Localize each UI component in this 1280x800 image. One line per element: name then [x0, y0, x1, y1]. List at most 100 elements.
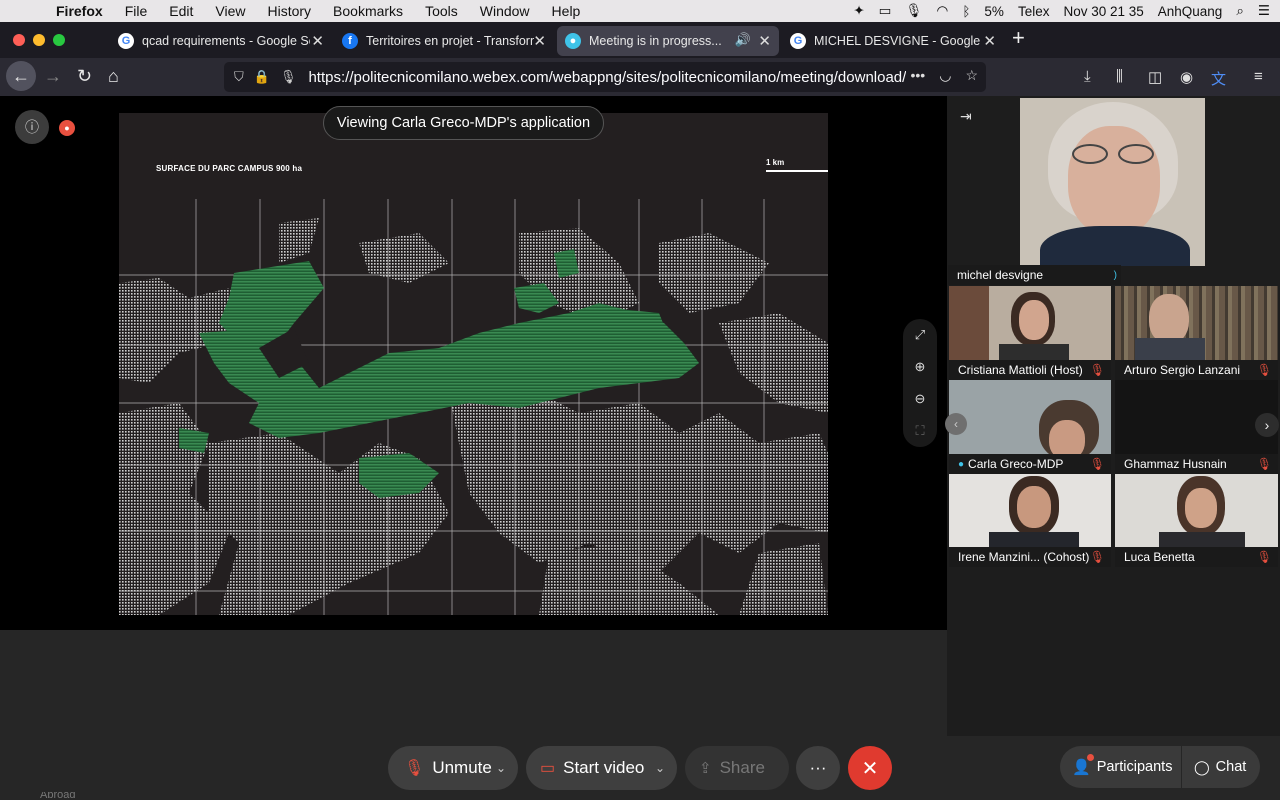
chat-label: Chat — [1215, 759, 1247, 775]
participant-name: Cristiana Mattioli (Host) — [958, 363, 1083, 377]
battery-percent[interactable]: 5% — [984, 4, 1004, 19]
chevron-down-icon[interactable]: ⌄ — [496, 761, 506, 775]
url-text[interactable]: https://politecnicomilano.webex.com/weba… — [308, 69, 906, 86]
menu-app-name[interactable]: Firefox — [56, 3, 103, 19]
menu-file[interactable]: File — [125, 3, 148, 19]
participant-name: Arturo Sergio Lanzani — [1124, 363, 1241, 377]
microphone-icon[interactable]: 🎙 — [905, 3, 922, 19]
menu-tools[interactable]: Tools — [425, 3, 458, 19]
zoom-out-icon[interactable]: ⊖ — [903, 391, 937, 407]
video-tile-luca[interactable] — [1115, 474, 1278, 548]
stage-empty-area — [0, 630, 947, 736]
webex-icon: ● — [565, 33, 581, 49]
participant-name: michel desvigne — [957, 268, 1044, 282]
share-button[interactable]: ⇪ Share — [685, 746, 789, 790]
menu-history[interactable]: History — [267, 3, 311, 19]
tab-title: MICHEL DESVIGNE - Google Se — [814, 34, 982, 48]
tab-michel-desvigne[interactable]: G MICHEL DESVIGNE - Google Se ✕ — [782, 26, 1004, 56]
participant-label-arturo: Arturo Sergio Lanzani 🎙 — [1115, 360, 1278, 380]
speaker-icon[interactable]: 🔊 — [735, 32, 751, 48]
macos-menubar: Firefox File Edit View History Bookmarks… — [0, 0, 1280, 22]
muted-mic-icon: 🎙 — [1256, 550, 1272, 564]
previous-page-icon[interactable]: ‹ — [945, 413, 967, 435]
chevron-down-icon[interactable]: ⌄ — [655, 761, 665, 775]
menu-bookmarks[interactable]: Bookmarks — [333, 3, 403, 19]
close-tab-icon[interactable]: ✕ — [758, 32, 771, 50]
hamburger-menu-icon[interactable]: ≡ — [1254, 68, 1263, 85]
notification-center-icon[interactable]: ☰ — [1258, 3, 1270, 19]
end-meeting-button[interactable]: ✕ — [848, 746, 892, 790]
sidebar-icon[interactable]: ◫ — [1148, 68, 1162, 86]
participant-label-speaker: michel desvigne ) — [948, 265, 1121, 285]
video-tile-carla[interactable] — [949, 380, 1111, 454]
participants-button[interactable]: 👤 Participants — [1060, 746, 1181, 788]
close-icon: ✕ — [861, 757, 879, 780]
page-actions-icon[interactable]: ••• — [911, 67, 926, 84]
browser-navbar: ← → ↻ ⌂ ⛉ 🔒 🎙 https://politecnicomilano.… — [0, 58, 1280, 96]
tab-webex-meeting[interactable]: ● Meeting is in progress... 🔊 ✕ — [557, 26, 779, 56]
translate-extension-icon[interactable]: 文 — [1211, 68, 1226, 89]
zoom-window-button[interactable] — [53, 34, 65, 46]
slide-title: SURFACE DU PARC CAMPUS 900 ha — [156, 164, 303, 173]
download-icon[interactable]: ⤓ — [1084, 68, 1091, 85]
scale-label: 1 km — [766, 158, 785, 167]
menu-edit[interactable]: Edit — [169, 3, 193, 19]
lock-icon[interactable]: 🔒 — [254, 69, 270, 85]
google-icon: G — [790, 33, 806, 49]
menu-window[interactable]: Window — [480, 3, 530, 19]
close-tab-icon[interactable]: ✕ — [311, 32, 324, 50]
participant-name: Irene Manzini... (Cohost) — [958, 550, 1090, 564]
microphone-permission-icon[interactable]: 🎙 — [280, 69, 297, 85]
share-icon: ⇪ — [699, 760, 712, 777]
dock-peek-label: Abroad — [40, 792, 76, 800]
muted-mic-icon: 🎙 — [404, 760, 425, 777]
spotlight-icon[interactable]: ⌕ — [1236, 3, 1244, 19]
pocket-icon[interactable]: ◡ — [939, 67, 951, 84]
tab-territoires[interactable]: f Territoires en projet - Transform ✕ — [334, 26, 554, 56]
close-tab-icon[interactable]: ✕ — [533, 32, 546, 50]
next-page-icon[interactable]: › — [1255, 413, 1279, 437]
home-icon[interactable]: ⌂ — [108, 66, 119, 87]
fit-screen-icon[interactable]: ⛶ — [903, 423, 937, 439]
muted-mic-icon: 🎙 — [1089, 457, 1105, 471]
bookmark-star-icon[interactable]: ☆ — [965, 67, 978, 84]
facebook-icon: f — [342, 33, 358, 49]
screen-icon[interactable]: ▭ — [879, 3, 892, 19]
video-tile-arturo[interactable] — [1115, 286, 1278, 360]
video-tile-cristiana[interactable] — [949, 286, 1111, 360]
chat-button[interactable]: ◯ Chat — [1182, 746, 1260, 788]
start-video-label: Start video — [563, 758, 645, 777]
active-speaker-video[interactable] — [1020, 98, 1205, 266]
fullscreen-icon[interactable]: ⤢ — [903, 327, 937, 343]
forward-icon[interactable]: → — [44, 66, 62, 87]
account-icon[interactable]: ◉ — [1180, 68, 1193, 86]
more-options-button[interactable]: ··· — [796, 746, 840, 790]
tab-qcad[interactable]: G qcad requirements - Google Se ✕ — [110, 26, 332, 56]
library-icon[interactable]: ⫼ — [1116, 68, 1123, 85]
start-video-button[interactable]: ▭ Start video ⌄ — [526, 746, 677, 790]
dropbox-icon[interactable]: ✦ — [853, 3, 864, 19]
clock[interactable]: Nov 30 21 35 — [1063, 4, 1143, 19]
meeting-info-button[interactable]: ⓘ — [15, 110, 49, 144]
collapse-panel-icon[interactable]: ⇥ — [960, 108, 972, 125]
minimize-window-button[interactable] — [33, 34, 45, 46]
video-tile-ghammaz[interactable] — [1115, 380, 1278, 454]
close-window-button[interactable] — [13, 34, 25, 46]
reload-icon[interactable]: ↻ — [77, 66, 92, 87]
input-source-label[interactable]: Telex — [1018, 4, 1050, 19]
menu-help[interactable]: Help — [552, 3, 581, 19]
bluetooth-icon[interactable]: ᛒ — [962, 4, 970, 19]
muted-mic-icon: 🎙 — [1256, 363, 1272, 377]
video-tile-irene[interactable] — [949, 474, 1111, 548]
url-bar[interactable]: ⛉ 🔒 🎙 https://politecnicomilano.webex.co… — [224, 62, 986, 92]
back-icon[interactable]: ← — [6, 61, 36, 91]
wifi-icon[interactable]: ◠ — [937, 3, 949, 19]
shield-icon[interactable]: ⛉ — [234, 69, 244, 85]
close-tab-icon[interactable]: ✕ — [983, 32, 996, 50]
share-label: Share — [719, 758, 765, 777]
unmute-button[interactable]: 🎙 Unmute ⌄ — [388, 746, 518, 790]
new-tab-icon[interactable]: + — [1012, 25, 1025, 51]
menu-view[interactable]: View — [215, 3, 245, 19]
zoom-in-icon[interactable]: ⊕ — [903, 359, 937, 375]
user-name[interactable]: AnhQuang — [1158, 4, 1223, 19]
